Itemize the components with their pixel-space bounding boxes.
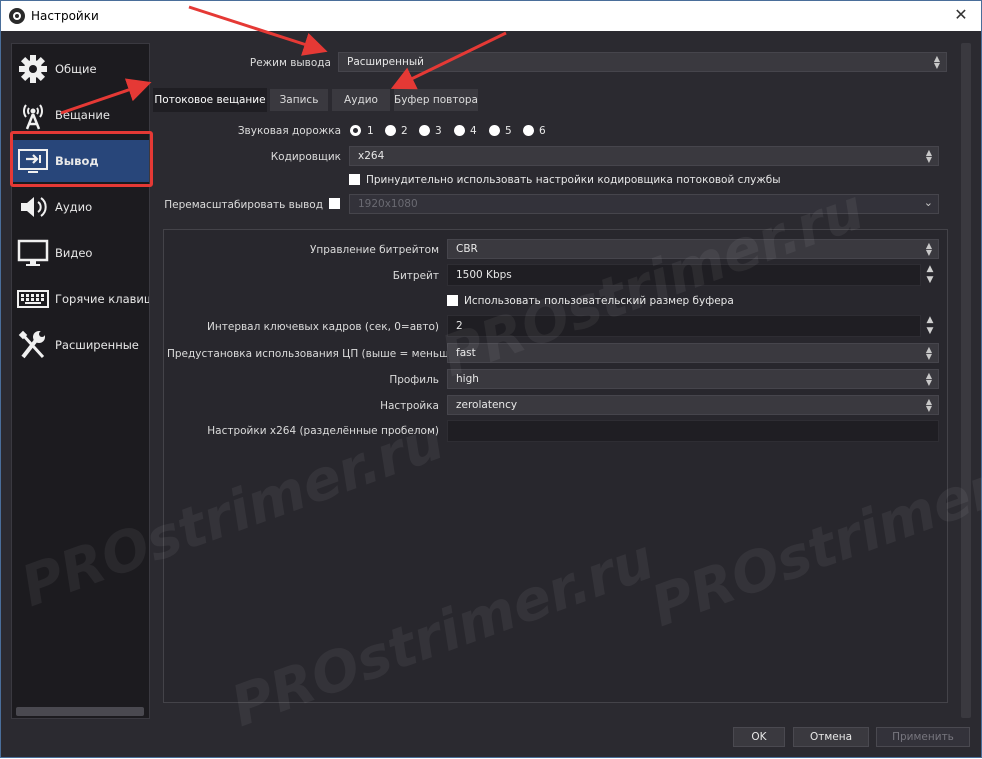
- settings-sidebar: Общие Вещание Вывод Аудио Видео Горячие …: [11, 43, 150, 719]
- bitrate-stepper[interactable]: ▲ ▼: [922, 264, 938, 286]
- keyframe-input[interactable]: 2: [447, 315, 921, 337]
- obs-logo-icon: [9, 8, 25, 24]
- broadcast-icon: [23, 104, 43, 130]
- output-mode-label: Режим вывода: [249, 57, 331, 69]
- sidebar-item-general[interactable]: Общие: [12, 48, 149, 90]
- chevron-down-icon: ⌄: [923, 196, 933, 209]
- rate-control-label: Управление битрейтом: [309, 244, 439, 256]
- arrow-down-icon[interactable]: ▼: [922, 275, 938, 286]
- tune-select[interactable]: zerolatency ▲ ▼: [447, 395, 939, 415]
- rate-control-value: CBR: [456, 243, 478, 255]
- bitrate-label: Битрейт: [392, 270, 439, 282]
- sidebar-item-label: Вещание: [55, 108, 110, 122]
- profile-value: high: [456, 373, 479, 385]
- output-mode-select[interactable]: Расширенный ▲ ▼: [338, 52, 947, 72]
- custom-buffer-checkbox[interactable]: [447, 295, 458, 306]
- profile-label: Профиль: [389, 374, 439, 386]
- x264-options-input[interactable]: [447, 420, 939, 442]
- cpu-preset-label: Предустановка использования ЦП (выше = м…: [167, 348, 460, 360]
- audio-track-radio-2[interactable]: [385, 125, 396, 136]
- tab-streaming[interactable]: Потоковое вещание: [153, 88, 267, 112]
- audio-track-option: 3: [435, 125, 442, 137]
- audio-track-radio-4[interactable]: [454, 125, 465, 136]
- encoder-value: x264: [358, 150, 385, 162]
- rescale-label: Перемасштабировать вывод: [164, 199, 323, 211]
- audio-track-option: 6: [539, 125, 546, 137]
- audio-track-radio-6[interactable]: [523, 125, 534, 136]
- sidebar-item-audio[interactable]: Аудио: [12, 186, 149, 228]
- arrow-down-icon[interactable]: ▼: [922, 326, 938, 337]
- updown-icon: ▲ ▼: [925, 345, 933, 361]
- output-mode-value: Расширенный: [347, 56, 424, 68]
- audio-track-radio-5[interactable]: [489, 125, 500, 136]
- title-bar: Настройки ✕: [1, 1, 981, 31]
- sidebar-item-advanced[interactable]: Расширенные: [12, 324, 149, 366]
- bitrate-input[interactable]: 1500 Kbps: [447, 264, 921, 286]
- profile-select[interactable]: high ▲ ▼: [447, 369, 939, 389]
- sidebar-item-hotkeys[interactable]: Горячие клавиши: [12, 278, 149, 320]
- encoder-select[interactable]: x264 ▲ ▼: [349, 146, 939, 166]
- updown-icon: ▲ ▼: [925, 371, 933, 387]
- updown-icon: ▲ ▼: [933, 54, 941, 70]
- enforce-settings-label: Принудительно использовать настройки код…: [366, 174, 781, 186]
- cpu-preset-value: fast: [456, 347, 476, 359]
- sidebar-item-label: Вывод: [55, 154, 99, 168]
- arrow-up-icon[interactable]: ▲: [922, 264, 938, 275]
- rescale-checkbox[interactable]: [329, 198, 340, 209]
- encoder-label: Кодировщик: [270, 151, 341, 163]
- tab-audio[interactable]: Аудио: [331, 88, 391, 112]
- tune-value: zerolatency: [456, 399, 518, 411]
- arrow-up-icon[interactable]: ▲: [922, 315, 938, 326]
- audio-track-option: 1: [367, 125, 374, 137]
- tab-replay-buffer[interactable]: Буфер повтора: [393, 88, 479, 112]
- sidebar-scrollbar[interactable]: [16, 707, 144, 716]
- tab-recording[interactable]: Запись: [269, 88, 329, 112]
- audio-track-radio-1[interactable]: [350, 125, 361, 136]
- custom-buffer-label: Использовать пользовательский размер буф…: [464, 295, 734, 307]
- sidebar-item-video[interactable]: Видео: [12, 232, 149, 274]
- sidebar-item-label: Аудио: [55, 200, 93, 214]
- updown-icon: ▲ ▼: [925, 397, 933, 413]
- keyframe-stepper[interactable]: ▲ ▼: [922, 315, 938, 337]
- audio-track-option: 4: [470, 125, 477, 137]
- audio-track-label: Звуковая дорожка: [237, 125, 341, 137]
- updown-icon: ▲ ▼: [925, 241, 933, 257]
- cancel-button[interactable]: Отмена: [793, 727, 869, 747]
- sidebar-item-label: Горячие клавиши: [55, 292, 149, 306]
- window-title: Настройки: [31, 9, 99, 23]
- monitor-icon: [17, 239, 49, 266]
- tune-label: Настройка: [380, 400, 439, 412]
- sidebar-item-label: Общие: [55, 62, 97, 76]
- speaker-icon: [21, 197, 47, 217]
- ok-button[interactable]: OK: [733, 727, 785, 747]
- audio-track-option: 5: [505, 125, 512, 137]
- keyframe-label: Интервал ключевых кадров (сек, 0=авто): [207, 321, 439, 333]
- settings-window: Настройки ✕ Общие Вещание Вывод Аудио Ви…: [0, 0, 982, 758]
- close-button[interactable]: ✕: [951, 5, 971, 25]
- updown-icon: ▲ ▼: [925, 148, 933, 164]
- tools-icon: [18, 330, 45, 359]
- sidebar-item-label: Видео: [55, 246, 93, 260]
- rescale-value: 1920x1080: [358, 198, 418, 210]
- cpu-preset-select[interactable]: fast ▲ ▼: [447, 343, 939, 363]
- x264-options-label: Настройки x264 (разделённые пробелом): [207, 425, 439, 437]
- sidebar-item-label: Расширенные: [55, 338, 139, 352]
- sidebar-item-stream[interactable]: Вещание: [12, 94, 149, 136]
- audio-track-option: 2: [401, 125, 408, 137]
- enforce-settings-checkbox[interactable]: [349, 174, 360, 185]
- gear-icon: [19, 55, 47, 83]
- sidebar-item-output[interactable]: Вывод: [12, 140, 149, 182]
- audio-track-radio-3[interactable]: [419, 125, 430, 136]
- apply-button[interactable]: Применить: [876, 727, 970, 747]
- rescale-select[interactable]: 1920x1080 ⌄: [349, 194, 939, 214]
- main-scrollbar[interactable]: [961, 43, 971, 718]
- keyboard-icon: [17, 290, 49, 308]
- rate-control-select[interactable]: CBR ▲ ▼: [447, 239, 939, 259]
- output-icon: [18, 149, 48, 173]
